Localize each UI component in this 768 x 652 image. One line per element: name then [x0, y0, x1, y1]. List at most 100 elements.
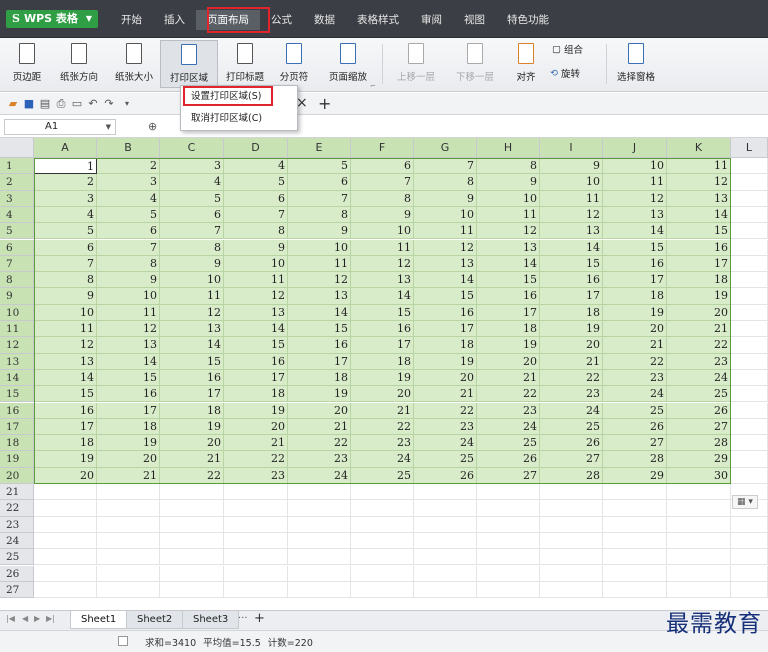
table-cell[interactable]: 26 [667, 402, 731, 419]
table-cell[interactable] [34, 516, 97, 533]
table-cell[interactable] [160, 516, 224, 533]
row-header[interactable]: 26 [0, 565, 34, 582]
table-cell[interactable]: 16 [288, 337, 351, 354]
select-all-corner[interactable] [0, 138, 34, 158]
row-header[interactable]: 24 [0, 532, 34, 550]
row-header[interactable]: 27 [0, 581, 34, 599]
table-cell[interactable]: 7 [34, 255, 97, 273]
table-cell[interactable] [34, 500, 97, 517]
table-cell[interactable]: 17 [414, 321, 477, 338]
table-cell[interactable]: 9 [288, 223, 351, 240]
table-cell[interactable]: 15 [288, 321, 351, 338]
tab-special-features[interactable]: 特色功能 [496, 10, 560, 30]
table-cell[interactable]: 20 [414, 369, 477, 387]
row-header[interactable]: 11 [0, 321, 34, 338]
table-cell[interactable] [477, 484, 540, 501]
column-header[interactable]: D [224, 138, 288, 158]
table-cell[interactable]: 20 [288, 402, 351, 419]
table-cell[interactable]: 12 [97, 321, 160, 338]
table-cell[interactable]: 13 [603, 206, 667, 224]
table-cell[interactable]: 15 [667, 223, 731, 240]
table-cell[interactable]: 22 [667, 337, 731, 354]
table-cell[interactable]: 7 [97, 239, 160, 256]
table-cell[interactable] [97, 516, 160, 533]
table-cell[interactable] [540, 549, 603, 566]
table-cell[interactable]: 22 [160, 467, 224, 484]
table-cell[interactable]: 27 [603, 435, 667, 452]
table-cell[interactable]: 12 [603, 190, 667, 207]
table-cell[interactable]: 26 [603, 418, 667, 436]
new-tab-icon[interactable]: + [318, 94, 331, 113]
table-cell[interactable]: 12 [477, 223, 540, 240]
group-button[interactable]: ▢ 组合 [552, 42, 583, 57]
add-sheet-icon[interactable]: + [254, 611, 265, 626]
table-cell[interactable]: 16 [414, 304, 477, 321]
table-cell[interactable]: 22 [351, 418, 414, 436]
table-cell[interactable]: 9 [160, 255, 224, 273]
table-cell[interactable]: 17 [351, 337, 414, 354]
table-cell[interactable] [540, 516, 603, 533]
table-cell[interactable]: 15 [540, 255, 603, 273]
table-cell[interactable]: 20 [160, 435, 224, 452]
table-cell[interactable]: 6 [224, 190, 288, 207]
table-cell[interactable]: 24 [288, 467, 351, 484]
table-cell[interactable] [34, 549, 97, 566]
table-cell[interactable]: 21 [351, 402, 414, 419]
row-header[interactable]: 12 [0, 337, 34, 354]
table-cell[interactable] [97, 500, 160, 517]
table-cell[interactable] [351, 581, 414, 599]
table-cell[interactable]: 21 [667, 321, 731, 338]
table-cell[interactable]: 25 [667, 386, 731, 403]
table-cell[interactable]: 25 [603, 402, 667, 419]
table-cell[interactable]: 15 [224, 337, 288, 354]
table-cell[interactable] [414, 549, 477, 566]
table-cell[interactable] [97, 532, 160, 550]
prev-sheet-icon[interactable]: ◀ [22, 614, 28, 623]
table-cell[interactable] [160, 581, 224, 599]
table-cell[interactable]: 10 [97, 288, 160, 305]
print-preview-icon[interactable]: ▭ [70, 97, 84, 111]
table-cell[interactable]: 16 [667, 239, 731, 256]
table-cell[interactable] [351, 516, 414, 533]
table-cell[interactable] [667, 484, 731, 501]
table-cell[interactable]: 19 [414, 353, 477, 370]
table-cell[interactable] [667, 549, 731, 566]
table-cell[interactable]: 13 [667, 190, 731, 207]
tab-table-style[interactable]: 表格样式 [346, 10, 410, 30]
table-cell[interactable]: 22 [540, 369, 603, 387]
table-cell[interactable]: 9 [224, 239, 288, 256]
table-cell[interactable]: 12 [160, 304, 224, 321]
column-header[interactable]: C [160, 138, 224, 158]
align-button[interactable]: 对齐 [508, 40, 544, 88]
table-cell[interactable]: 3 [97, 174, 160, 191]
table-cell[interactable]: 11 [667, 158, 731, 175]
table-cell[interactable]: 5 [224, 174, 288, 191]
table-cell[interactable] [160, 484, 224, 501]
table-cell[interactable]: 3 [160, 158, 224, 175]
row-header[interactable]: 19 [0, 451, 34, 468]
table-cell[interactable]: 14 [414, 272, 477, 289]
row-header[interactable]: 15 [0, 386, 34, 403]
table-cell[interactable] [603, 500, 667, 517]
table-cell[interactable]: 15 [477, 272, 540, 289]
table-cell[interactable]: 20 [603, 321, 667, 338]
table-cell[interactable]: 18 [160, 402, 224, 419]
table-cell[interactable]: 30 [667, 467, 731, 484]
table-cell[interactable] [540, 565, 603, 582]
column-header[interactable]: J [603, 138, 667, 158]
more-sheets-icon[interactable]: ··· [238, 613, 248, 624]
table-cell[interactable]: 18 [667, 272, 731, 289]
table-cell[interactable] [351, 549, 414, 566]
table-cell[interactable]: 2 [34, 174, 97, 191]
table-cell[interactable]: 18 [351, 353, 414, 370]
table-cell[interactable] [731, 255, 768, 273]
table-cell[interactable]: 19 [351, 369, 414, 387]
customize-dropdown-icon[interactable]: ▾ [120, 97, 134, 111]
table-cell[interactable] [731, 402, 768, 419]
row-header[interactable]: 23 [0, 516, 34, 533]
table-cell[interactable]: 9 [351, 206, 414, 224]
table-cell[interactable] [288, 581, 351, 599]
table-cell[interactable]: 28 [603, 451, 667, 468]
table-cell[interactable]: 13 [224, 304, 288, 321]
table-cell[interactable] [288, 532, 351, 550]
